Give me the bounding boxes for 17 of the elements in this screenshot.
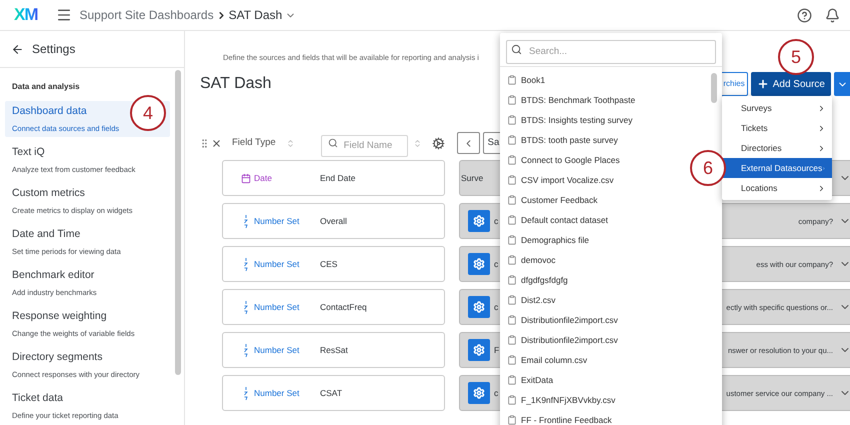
source-text: F xyxy=(494,344,500,357)
source-text: c xyxy=(494,386,498,400)
source-text: c xyxy=(494,258,498,271)
field-name: End Date xyxy=(320,172,356,185)
section-heading: Data and analysis xyxy=(12,81,81,93)
field-name: ContactFreq xyxy=(320,300,367,314)
page-title: SAT Dash xyxy=(200,74,272,94)
field-name: ResSat xyxy=(320,344,348,357)
source-text: c xyxy=(494,214,498,228)
field-name: CSAT xyxy=(320,386,342,400)
source-text: Surve xyxy=(461,172,484,185)
source-text: c xyxy=(494,300,498,314)
field-type-label: Field Type xyxy=(232,136,276,150)
field-name: Overall xyxy=(320,214,347,228)
settings-heading: Settings xyxy=(32,41,76,58)
step-number-tooltip: 5 xyxy=(778,39,814,75)
field-name: CES xyxy=(320,258,338,271)
